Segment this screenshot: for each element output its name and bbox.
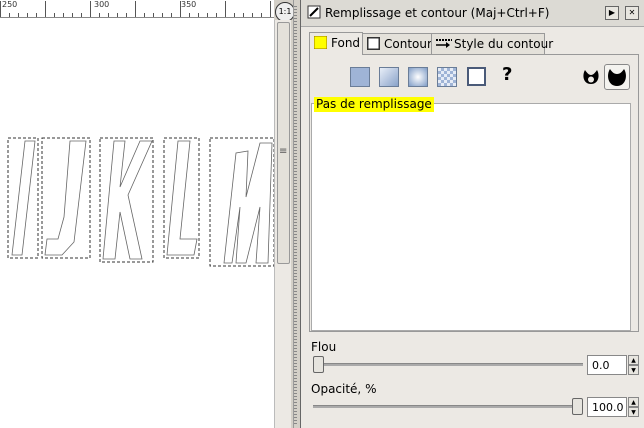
dialog-title: Remplissage et contour (Maj+Ctrl+F)	[325, 6, 550, 20]
letter-m-bbox	[209, 137, 274, 267]
letter-k-shape	[102, 140, 153, 260]
fill-rule-nonzero-icon	[608, 69, 626, 86]
blur-increment-button[interactable]: ▲	[628, 355, 639, 365]
no-paint-frame	[311, 103, 631, 331]
letter-j-bbox	[41, 137, 91, 259]
ruler-tick	[225, 1, 226, 17]
fill-stroke-icon	[307, 5, 321, 19]
tab-label: Fond	[331, 36, 361, 50]
fill-stroke-dialog: Remplissage et contour (Maj+Ctrl+F) ▶ ✕ …	[300, 0, 644, 428]
ruler-tick	[45, 1, 46, 17]
flat-color-button[interactable]	[350, 67, 370, 87]
ruler-tick	[90, 1, 91, 17]
blur-value-field[interactable]: 0.0	[587, 355, 627, 375]
blur-decrement-button[interactable]: ▼	[628, 365, 639, 375]
pattern-button[interactable]	[437, 67, 457, 87]
letter-m-shape	[223, 142, 273, 264]
opacity-value-field[interactable]: 100.0	[587, 397, 627, 417]
tab-stroke-style[interactable]: Style du contour	[431, 33, 553, 54]
opacity-increment-button[interactable]: ▲	[628, 397, 639, 407]
scrollbar-thumb[interactable]	[277, 22, 290, 264]
opacity-slider-track[interactable]	[313, 405, 583, 408]
no-paint-label: Pas de remplissage	[314, 97, 434, 112]
stroke-paint-tab-icon	[367, 37, 380, 50]
letters-drawing[interactable]	[0, 17, 274, 427]
tab-label: Contour	[384, 37, 432, 51]
radial-gradient-button[interactable]	[408, 67, 428, 87]
ruler-tick	[270, 1, 271, 17]
close-button[interactable]: ✕	[625, 6, 639, 20]
unset-paint-button[interactable]: ?	[502, 64, 512, 85]
stroke-style-tab-icon	[436, 39, 452, 48]
ruler-tick	[135, 1, 136, 17]
linear-gradient-button[interactable]	[379, 67, 399, 87]
zoom-correction-button[interactable]: 1:1	[275, 2, 295, 22]
scrollbar-grip-icon: ≡	[279, 146, 288, 157]
ruler-tick	[0, 1, 1, 17]
fill-tab-icon	[314, 36, 327, 49]
fill-rule-nonzero-button[interactable]	[604, 64, 630, 90]
tab-label: Style du contour	[454, 37, 554, 51]
swatch-button[interactable]	[467, 67, 486, 86]
splitter-handle-icon[interactable]	[294, 6, 297, 424]
drawing-canvas[interactable]: 250 300 350	[0, 0, 274, 428]
ruler-label: 300	[94, 0, 110, 9]
tab-fill[interactable]: Fond	[309, 32, 363, 55]
blur-slider-track[interactable]	[313, 363, 583, 366]
tab-stroke-paint[interactable]: Contour	[362, 33, 432, 54]
letter-j-shape	[44, 140, 87, 256]
blur-slider-handle[interactable]	[313, 356, 324, 373]
letter-l-shape	[166, 140, 198, 256]
iconify-button[interactable]: ▶	[605, 6, 619, 20]
ruler-label: 250	[2, 0, 18, 9]
dialog-titlebar[interactable]: Remplissage et contour (Maj+Ctrl+F) ▶ ✕	[301, 0, 644, 27]
letter-l-bbox	[163, 137, 200, 259]
letter-i-shape	[11, 140, 36, 256]
horizontal-ruler: 250 300 350	[0, 0, 274, 18]
opacity-label: Opacité, %	[311, 382, 377, 396]
ruler-tick	[180, 1, 181, 17]
blur-label: Flou	[311, 340, 337, 354]
opacity-slider-handle[interactable]	[572, 398, 583, 415]
opacity-decrement-button[interactable]: ▼	[628, 407, 639, 417]
fill-rule-evenodd-icon[interactable]	[581, 67, 601, 87]
ruler-label: 350	[181, 0, 197, 9]
